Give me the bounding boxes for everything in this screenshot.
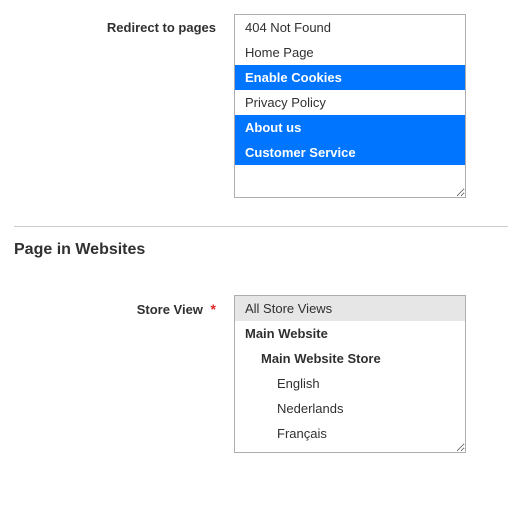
storeview-label: Store View * <box>14 295 234 317</box>
section-title: Page in Websites <box>14 241 508 259</box>
redirect-control: 404 Not FoundHome PageEnable CookiesPriv… <box>234 14 466 198</box>
redirect-option[interactable]: Privacy Policy <box>235 90 465 115</box>
storeview-option[interactable]: Français <box>235 421 465 446</box>
storeview-label-text: Store View <box>137 302 203 317</box>
redirect-option[interactable]: Enable Cookies <box>235 65 465 90</box>
redirect-field-row: Redirect to pages 404 Not FoundHome Page… <box>14 14 508 198</box>
storeview-option[interactable]: Main Website Store <box>235 346 465 371</box>
storeview-field-row: Store View * All Store ViewsMain Website… <box>14 295 508 453</box>
redirect-option[interactable]: About us <box>235 115 465 140</box>
redirect-label: Redirect to pages <box>14 14 234 35</box>
storeview-option[interactable]: Nederlands <box>235 396 465 421</box>
redirect-option[interactable]: Home Page <box>235 40 465 65</box>
required-icon: * <box>211 301 216 317</box>
storeview-option[interactable]: Main Website <box>235 321 465 346</box>
redirect-multiselect[interactable]: 404 Not FoundHome PageEnable CookiesPriv… <box>234 14 466 198</box>
storeview-option[interactable]: All Store Views <box>235 296 465 321</box>
storeview-multiselect[interactable]: All Store ViewsMain WebsiteMain Website … <box>234 295 466 453</box>
redirect-option[interactable]: 404 Not Found <box>235 15 465 40</box>
section-divider <box>14 226 508 227</box>
storeview-option[interactable]: English <box>235 371 465 396</box>
redirect-option[interactable]: Customer Service <box>235 140 465 165</box>
storeview-control: All Store ViewsMain WebsiteMain Website … <box>234 295 466 453</box>
